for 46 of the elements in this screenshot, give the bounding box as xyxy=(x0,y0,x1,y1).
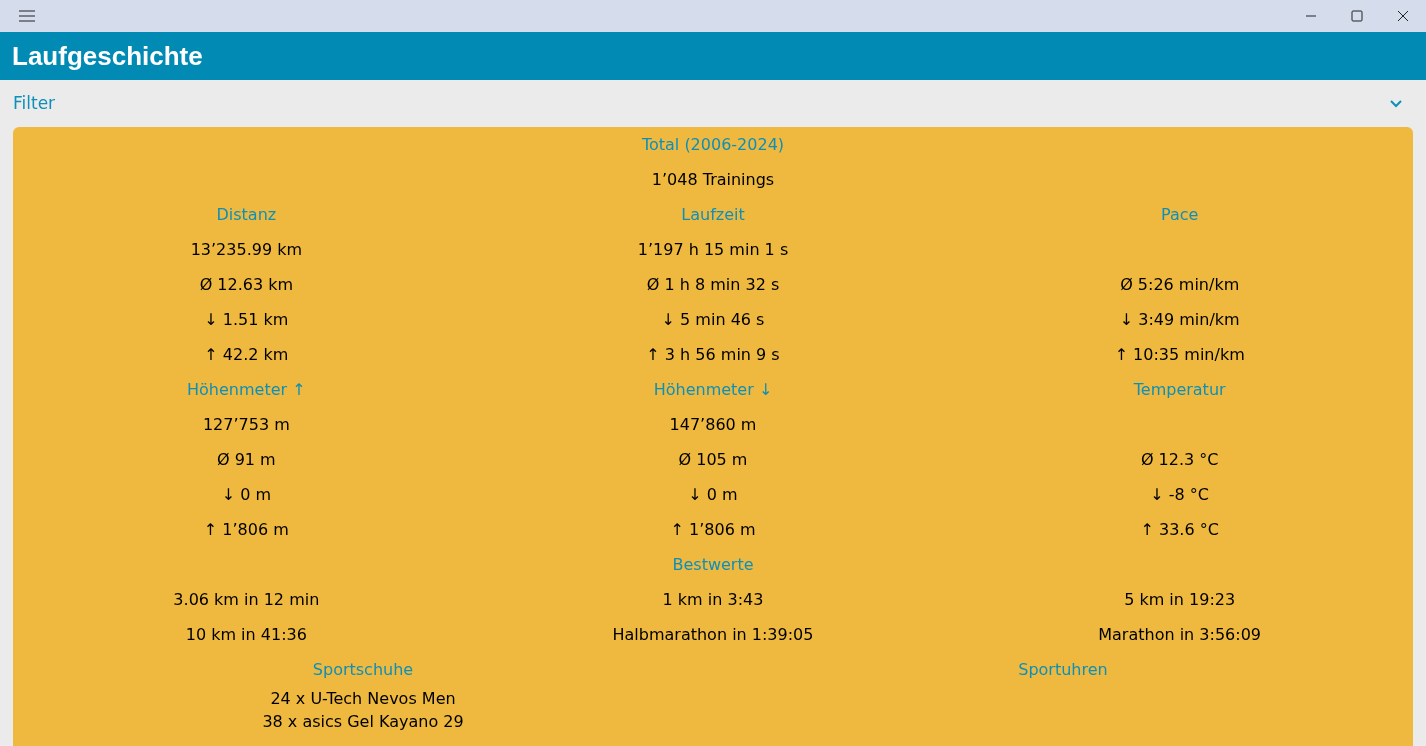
stat-value: ↑ 33.6 °C xyxy=(1140,520,1219,539)
stat-value: Ø 12.3 °C xyxy=(1140,450,1219,469)
column-heading: Pace xyxy=(1161,205,1199,224)
stat-value: ↓ -8 °C xyxy=(1150,485,1210,504)
stat-value: Ø 91 m xyxy=(216,450,276,469)
chevron-down-icon[interactable] xyxy=(1390,99,1402,108)
section-heading: Bestwerte xyxy=(672,555,754,574)
stat-value: ↑ 42.2 km xyxy=(204,345,289,364)
stat-value: Ø 5:26 min/km xyxy=(1120,275,1240,294)
best-value: 5 km in 19:23 xyxy=(1124,590,1236,609)
stat-value: 147’860 m xyxy=(669,415,757,434)
column-heading: Sportuhren xyxy=(1018,660,1108,679)
stat-value: Ø 12.63 km xyxy=(199,275,294,294)
stat-value: Ø 1 h 8 min 32 s xyxy=(646,275,780,294)
stat-value: ↑ 3 h 56 min 9 s xyxy=(646,345,780,364)
stat-value: 1’048 Trainings xyxy=(651,170,775,189)
section-heading: Total (2006-2024) xyxy=(641,135,785,154)
page-title: Laufgeschichte xyxy=(12,41,203,71)
column-heading: Höhenmeter ↓ xyxy=(653,380,773,399)
stat-value: 127’753 m xyxy=(202,415,290,434)
stat-value: Ø 105 m xyxy=(678,450,748,469)
column-heading: Distanz xyxy=(216,205,277,224)
stat-value: ↓ 3:49 min/km xyxy=(1119,310,1240,329)
column-heading: Sportschuhe xyxy=(312,660,414,679)
best-value: 1 km in 3:43 xyxy=(662,590,764,609)
best-value: 3.06 km in 12 min xyxy=(173,590,320,609)
stat-value: ↑ 10:35 min/km xyxy=(1114,345,1245,364)
column-heading: Höhenmeter ↑ xyxy=(187,380,306,399)
stat-value: 1’197 h 15 min 1 s xyxy=(637,240,789,259)
column-heading: Laufzeit xyxy=(681,205,745,224)
stat-value: ↓ 0 m xyxy=(221,485,271,504)
stat-value: ↑ 1’806 m xyxy=(670,520,756,539)
stat-value: ↓ 5 min 46 s xyxy=(661,310,765,329)
maximize-icon[interactable] xyxy=(1351,10,1363,22)
stat-value: ↓ 0 m xyxy=(688,485,738,504)
close-icon[interactable] xyxy=(1397,10,1409,22)
best-value: Marathon in 3:56:09 xyxy=(1098,625,1262,644)
best-value: 10 km in 41:36 xyxy=(185,625,307,644)
column-heading: Temperatur xyxy=(1133,380,1226,399)
stat-value: ↓ 1.51 km xyxy=(204,310,289,329)
filter-toggle[interactable]: Filter xyxy=(13,90,56,117)
stat-value: ↑ 1’806 m xyxy=(203,520,289,539)
equipment-item: 38 x asics Gel Kayano 29 xyxy=(262,712,464,731)
equipment-item: 24 x U-Tech Nevos Men xyxy=(270,689,456,708)
stat-value: 13’235.99 km xyxy=(190,240,302,259)
best-value: Halbmarathon in 1:39:05 xyxy=(612,625,814,644)
